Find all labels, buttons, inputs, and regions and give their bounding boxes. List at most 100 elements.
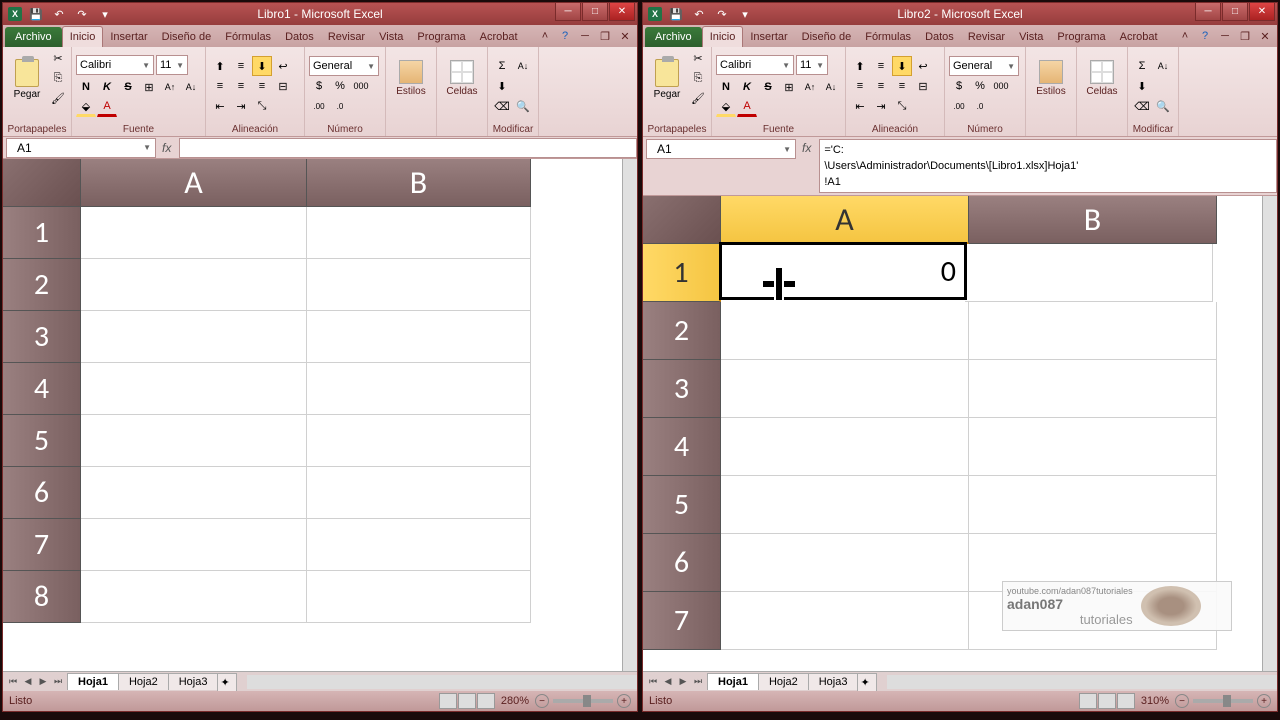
cell-A7[interactable] [81, 519, 307, 571]
styles-button[interactable]: Estilos [1030, 49, 1072, 107]
column-header-b[interactable]: B [307, 159, 531, 207]
tab-vista[interactable]: Vista [1012, 27, 1050, 47]
cell-B3[interactable] [969, 360, 1217, 418]
tab-acrobat[interactable]: Acrobat [473, 27, 525, 47]
percent-icon[interactable]: % [970, 76, 990, 96]
zoom-out-button[interactable]: − [535, 694, 549, 708]
spreadsheet-grid[interactable]: A B 10234567 youtube.com/adan087tutorial… [643, 196, 1277, 671]
row-header-1[interactable]: 1 [3, 207, 81, 259]
cells-button[interactable]: Celdas [1081, 49, 1123, 107]
page-break-view-button[interactable] [477, 693, 495, 709]
orientation-icon[interactable]: ⤡ [892, 96, 912, 116]
cell-A6[interactable] [81, 467, 307, 519]
format-painter-icon[interactable]: 🖌 [49, 89, 67, 107]
redo-icon[interactable]: ↷ [73, 5, 91, 23]
name-box[interactable]: A1▼ [646, 139, 796, 159]
cell-A4[interactable] [81, 363, 307, 415]
align-bottom-icon[interactable]: ⬇ [892, 56, 912, 76]
font-size-select[interactable]: 11▼ [156, 55, 188, 75]
cell-A5[interactable] [721, 476, 969, 534]
close-button[interactable]: ✕ [1249, 3, 1275, 21]
find-icon[interactable]: 🔍 [1153, 96, 1173, 116]
font-size-select[interactable]: 11▼ [796, 55, 828, 75]
cell-B1[interactable] [307, 207, 531, 259]
cut-icon[interactable]: ✂ [49, 49, 67, 67]
page-layout-view-button[interactable] [1098, 693, 1116, 709]
tab-formulas[interactable]: Fórmulas [858, 27, 918, 47]
border-button[interactable]: ⊞ [139, 77, 159, 97]
cell-B8[interactable] [307, 571, 531, 623]
new-sheet-button[interactable]: ✦ [217, 673, 237, 691]
paste-button[interactable]: Pegar [7, 49, 47, 109]
copy-icon[interactable]: ⎘ [689, 69, 707, 87]
tab-inicio[interactable]: Inicio [702, 26, 744, 47]
vertical-scrollbar[interactable] [622, 159, 637, 671]
qat-dropdown-icon[interactable]: ▾ [736, 5, 754, 23]
name-box[interactable]: A1▼ [6, 138, 156, 158]
zoom-in-button[interactable]: + [1257, 694, 1271, 708]
cell-A7[interactable] [721, 592, 969, 650]
bold-button[interactable]: N [76, 77, 96, 97]
currency-icon[interactable]: $ [949, 76, 969, 96]
save-icon[interactable]: 💾 [27, 5, 45, 23]
align-middle-icon[interactable]: ≡ [231, 56, 251, 76]
cut-icon[interactable]: ✂ [689, 49, 707, 67]
new-sheet-button[interactable]: ✦ [857, 673, 877, 691]
clear-icon[interactable]: ⌫ [1132, 96, 1152, 116]
sheet-nav-prev-icon[interactable]: ◀ [21, 674, 35, 690]
align-left-icon[interactable]: ≡ [850, 76, 870, 96]
file-tab[interactable]: Archivo [5, 27, 62, 47]
save-icon[interactable]: 💾 [667, 5, 685, 23]
increase-decimal-icon[interactable]: .00 [309, 96, 329, 116]
cell-B2[interactable] [307, 259, 531, 311]
comma-icon[interactable]: 000 [351, 76, 371, 96]
cell-A2[interactable] [81, 259, 307, 311]
help-icon[interactable]: ? [557, 28, 573, 44]
sheet-nav-next-icon[interactable]: ▶ [676, 674, 690, 690]
page-break-view-button[interactable] [1117, 693, 1135, 709]
autosum-icon[interactable]: Σ [492, 56, 512, 76]
tab-diseno[interactable]: Diseño de [155, 27, 219, 47]
titlebar[interactable]: X 💾 ↶ ↷ ▾ Libro2 - Microsoft Excel ─ □ ✕ [643, 3, 1277, 25]
copy-icon[interactable]: ⎘ [49, 69, 67, 87]
tab-programa[interactable]: Programa [410, 27, 472, 47]
cell-A1[interactable] [81, 207, 307, 259]
sort-icon[interactable]: A↓ [513, 56, 533, 76]
bold-button[interactable]: N [716, 77, 736, 97]
maximize-button[interactable]: □ [1222, 3, 1248, 21]
tab-inicio[interactable]: Inicio [62, 26, 104, 47]
row-header-2[interactable]: 2 [643, 302, 721, 360]
styles-button[interactable]: Estilos [390, 49, 432, 107]
align-center-icon[interactable]: ≡ [871, 76, 891, 96]
sheet-nav-first-icon[interactable]: ⏮ [646, 674, 660, 690]
normal-view-button[interactable] [439, 693, 457, 709]
indent-increase-icon[interactable]: ⇥ [231, 96, 251, 116]
underline-button[interactable]: S [758, 77, 778, 97]
select-all-corner[interactable] [643, 196, 721, 244]
workbook-restore-icon[interactable]: ❐ [597, 28, 613, 44]
page-layout-view-button[interactable] [458, 693, 476, 709]
excel-icon[interactable]: X [648, 7, 662, 21]
cell-B6[interactable] [307, 467, 531, 519]
formula-bar[interactable] [179, 138, 637, 158]
workbook-minimize-icon[interactable]: ─ [577, 28, 593, 44]
cell-B2[interactable] [969, 302, 1217, 360]
cell-B5[interactable] [307, 415, 531, 467]
percent-icon[interactable]: % [330, 76, 350, 96]
font-name-select[interactable]: Calibri▼ [76, 55, 154, 75]
paste-button[interactable]: Pegar [647, 49, 687, 109]
horizontal-scrollbar[interactable] [887, 675, 1277, 689]
row-header-1[interactable]: 1 [643, 244, 721, 302]
close-button[interactable]: ✕ [609, 3, 635, 21]
merge-icon[interactable]: ⊟ [913, 76, 933, 96]
tab-insertar[interactable]: Insertar [743, 27, 794, 47]
cell-A3[interactable] [81, 311, 307, 363]
align-center-icon[interactable]: ≡ [231, 76, 251, 96]
row-header-5[interactable]: 5 [3, 415, 81, 467]
sheet-nav-prev-icon[interactable]: ◀ [661, 674, 675, 690]
titlebar[interactable]: X 💾 ↶ ↷ ▾ Libro1 - Microsoft Excel ─ □ ✕ [3, 3, 637, 25]
cell-B1[interactable] [965, 244, 1213, 302]
fx-icon[interactable]: fx [802, 141, 811, 155]
workbook-restore-icon[interactable]: ❐ [1237, 28, 1253, 44]
row-header-3[interactable]: 3 [3, 311, 81, 363]
